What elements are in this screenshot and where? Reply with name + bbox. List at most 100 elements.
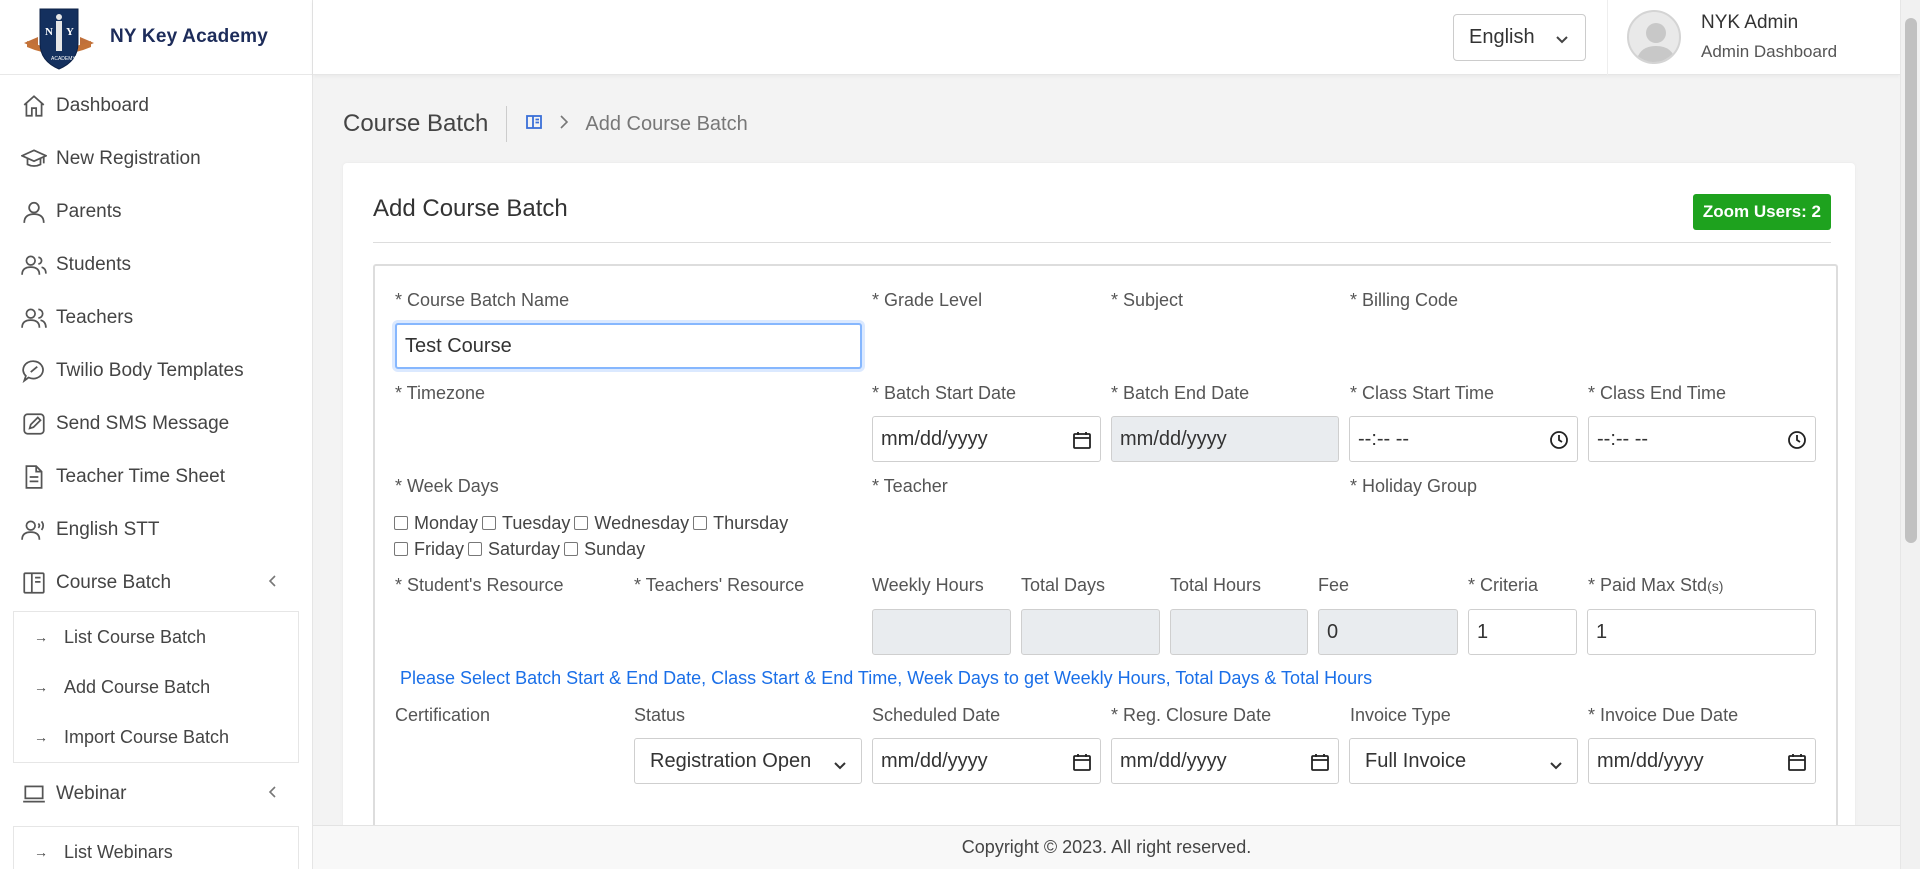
sidebar-item-label: Teachers <box>56 306 134 328</box>
scheduled-date-label: Scheduled Date <box>872 705 1001 725</box>
course-batch-submenu: → List Course Batch → Add Course Batch →… <box>13 611 299 763</box>
class-start-time-input[interactable]: --:-- -- <box>1349 416 1578 462</box>
checkbox-box[interactable] <box>394 542 408 556</box>
sidebar: N Y ACADEMY NY Key Academy Dashboard New… <box>0 0 313 869</box>
certification-label: Certification <box>395 705 491 725</box>
sidebar-item-english-stt[interactable]: English STT <box>0 503 312 556</box>
book-icon <box>20 569 48 597</box>
brand[interactable]: N Y ACADEMY NY Key Academy <box>0 0 312 75</box>
checkbox-label: Thursday <box>713 512 789 533</box>
clock-icon[interactable] <box>1549 430 1569 456</box>
reg-closure-date-label: * Reg. Closure Date <box>1111 705 1272 725</box>
checkbox-label: Sunday <box>584 538 646 559</box>
book-icon[interactable] <box>525 113 543 136</box>
sidebar-subitem-label: List Webinars <box>64 841 173 862</box>
sidebar-item-parents[interactable]: Parents <box>0 185 312 238</box>
sidebar-item-twilio-body-templates[interactable]: Twilio Body Templates <box>0 344 312 397</box>
sidebar-item-webinar[interactable]: Webinar <box>0 767 312 820</box>
checkbox-box[interactable] <box>468 542 483 556</box>
avatar[interactable] <box>1627 10 1681 64</box>
paid-max-std-value: 1 <box>1596 620 1608 643</box>
weekly-hours-label: Weekly Hours <box>872 575 984 595</box>
topbar: English NYK Admin Admin Dashboard <box>313 0 1900 75</box>
sidebar-item-send-sms[interactable]: Send SMS Message <box>0 397 312 450</box>
course-batch-name-input[interactable]: Test Course <box>395 323 862 369</box>
batch-end-date-label: * Batch End Date <box>1111 383 1250 403</box>
breadcrumb-divider <box>506 106 508 142</box>
batch-start-date-label: * Batch Start Date <box>872 383 1017 403</box>
status-select[interactable]: Registration Open <box>634 738 862 784</box>
sidebar-item-label: Parents <box>56 200 122 222</box>
sidebar-item-label: Twilio Body Templates <box>56 359 244 381</box>
sidebar-item-course-batch[interactable]: Course Batch <box>0 556 312 609</box>
voice-icon <box>20 516 48 544</box>
reg-closure-date-input[interactable]: mm/dd/yyyy <box>1111 738 1339 784</box>
checkbox-thursday[interactable]: Thursday <box>693 513 788 534</box>
checkbox-box[interactable] <box>574 516 589 530</box>
sidebar-item-label: Send SMS Message <box>56 412 230 434</box>
class-end-time-input[interactable]: --:-- -- <box>1588 416 1816 462</box>
subject-label: * Subject <box>1111 290 1184 310</box>
sidebar-item-label: Teacher Time Sheet <box>56 465 225 487</box>
scheduled-date-input[interactable]: mm/dd/yyyy <box>872 738 1101 784</box>
invoice-type-label: Invoice Type <box>1350 705 1451 725</box>
sidebar-subitem-label: Add Course Batch <box>64 676 211 697</box>
chevron-left-icon <box>266 783 280 805</box>
page-scrollbar[interactable] <box>1900 0 1920 869</box>
sidebar-item-label: English STT <box>56 518 160 540</box>
teacher-label: * Teacher <box>872 476 948 496</box>
checkbox-box[interactable] <box>693 516 708 530</box>
checkbox-saturday[interactable]: Saturday <box>468 539 560 560</box>
checkbox-friday[interactable]: Friday <box>394 539 464 560</box>
calendar-icon[interactable] <box>1310 752 1330 778</box>
class-start-time-label: * Class Start Time <box>1350 383 1495 403</box>
calendar-icon[interactable] <box>1072 752 1092 778</box>
paid-max-std-input[interactable]: 1 <box>1587 609 1816 655</box>
checkbox-box[interactable] <box>564 542 579 556</box>
zoom-users-badge[interactable]: Zoom Users: 2 <box>1692 194 1831 230</box>
sidebar-item-teacher-time-sheet[interactable]: Teacher Time Sheet <box>0 450 312 503</box>
weekly-hours-input[interactable] <box>872 609 1011 655</box>
language-select[interactable]: English <box>1453 14 1586 61</box>
edit-icon <box>20 410 48 438</box>
total-days-input[interactable] <box>1021 609 1160 655</box>
batch-end-date-value: mm/dd/yyyy <box>1120 427 1227 450</box>
checkbox-label: Monday <box>414 512 479 533</box>
checkbox-monday[interactable]: Monday <box>394 513 478 534</box>
calendar-icon[interactable] <box>1072 430 1092 456</box>
sidebar-subitem-label: Import Course Batch <box>64 726 230 747</box>
total-hours-input[interactable] <box>1170 609 1308 655</box>
scrollbar-thumb[interactable] <box>1905 18 1917 543</box>
checkbox-wednesday[interactable]: Wednesday <box>574 513 689 534</box>
sidebar-item-new-registration[interactable]: New Registration <box>0 132 312 185</box>
breadcrumb: Course Batch Add Course Batch <box>343 106 748 142</box>
sidebar-subitem-list-webinars[interactable]: → List Webinars <box>14 827 298 869</box>
invoice-due-date-input[interactable]: mm/dd/yyyy <box>1588 738 1816 784</box>
checkbox-label: Saturday <box>488 538 561 559</box>
card-title: Add Course Batch <box>373 195 568 222</box>
sidebar-subitem-import-course-batch[interactable]: → Import Course Batch <box>14 712 298 762</box>
invoice-type-select[interactable]: Full Invoice <box>1349 738 1578 784</box>
user-role: Admin Dashboard <box>1701 42 1838 61</box>
week-days-label: * Week Days <box>395 476 499 496</box>
calendar-icon[interactable] <box>1787 752 1807 778</box>
students-resource-label: * Student's Resource <box>395 575 564 595</box>
svg-text:ACADEMY: ACADEMY <box>51 56 76 62</box>
checkbox-sunday[interactable]: Sunday <box>564 539 645 560</box>
criteria-label: * Criteria <box>1468 575 1539 595</box>
batch-start-date-input[interactable]: mm/dd/yyyy <box>872 416 1101 462</box>
checkbox-box[interactable] <box>394 516 408 530</box>
sidebar-item-dashboard[interactable]: Dashboard <box>0 79 312 132</box>
sidebar-item-students[interactable]: Students <box>0 238 312 291</box>
sidebar-subitem-list-course-batch[interactable]: → List Course Batch <box>14 612 298 662</box>
sidebar-subitem-add-course-batch[interactable]: → Add Course Batch <box>14 662 298 712</box>
batch-end-date-input[interactable]: mm/dd/yyyy <box>1111 416 1339 462</box>
fee-input[interactable]: 0 <box>1318 609 1458 655</box>
clock-icon[interactable] <box>1787 430 1807 456</box>
sidebar-item-teachers[interactable]: Teachers <box>0 291 312 344</box>
criteria-input[interactable]: 1 <box>1468 609 1577 655</box>
chat-icon <box>20 357 48 385</box>
checkbox-box[interactable] <box>482 516 497 530</box>
status-label: Status <box>634 705 686 725</box>
checkbox-tuesday[interactable]: Tuesday <box>482 513 570 534</box>
